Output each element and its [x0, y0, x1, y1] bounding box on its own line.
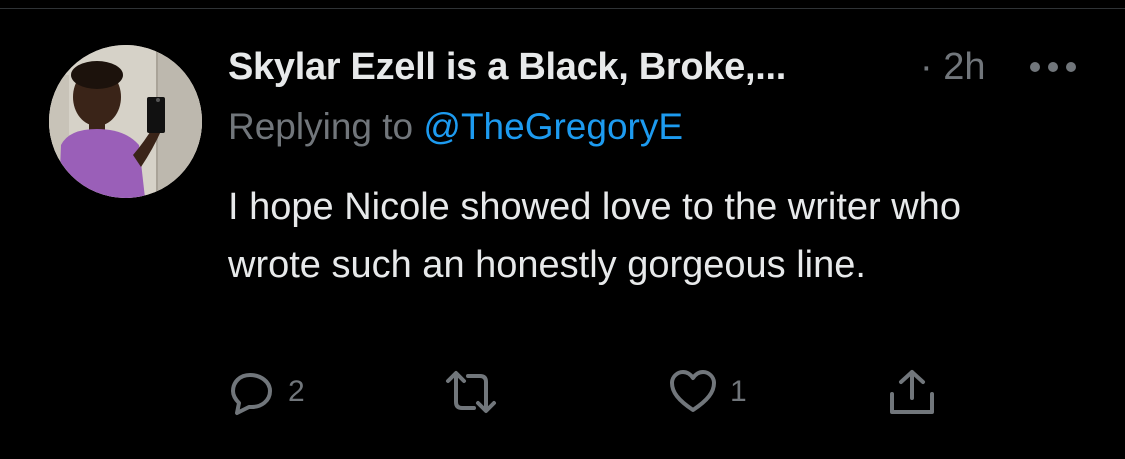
- replying-to: Replying to @TheGregoryE: [228, 106, 683, 148]
- like-count: 1: [730, 375, 747, 408]
- more-icon[interactable]: [1028, 60, 1078, 74]
- heart-icon: [670, 370, 716, 412]
- reply-button[interactable]: 2: [228, 368, 305, 416]
- replying-prefix: Replying to: [228, 106, 414, 147]
- avatar[interactable]: [49, 45, 202, 198]
- author-name[interactable]: Skylar Ezell is a Black, Broke,...: [228, 46, 786, 89]
- like-button[interactable]: 1: [668, 368, 747, 416]
- share-icon: [890, 370, 934, 414]
- retweet-icon: [446, 371, 496, 413]
- replying-handle-link[interactable]: @TheGregoryE: [423, 106, 683, 147]
- reply-count: 2: [288, 375, 305, 408]
- top-divider: [0, 8, 1125, 9]
- reply-icon: [231, 373, 272, 415]
- tweet-timestamp[interactable]: · 2h: [920, 46, 985, 89]
- share-button[interactable]: [886, 368, 938, 416]
- tweet-header: Skylar Ezell is a Black, Broke,... · 2h: [228, 42, 1088, 92]
- tweet-text: I hope Nicole showed love to the writer …: [228, 186, 961, 286]
- retweet-button[interactable]: [444, 368, 510, 416]
